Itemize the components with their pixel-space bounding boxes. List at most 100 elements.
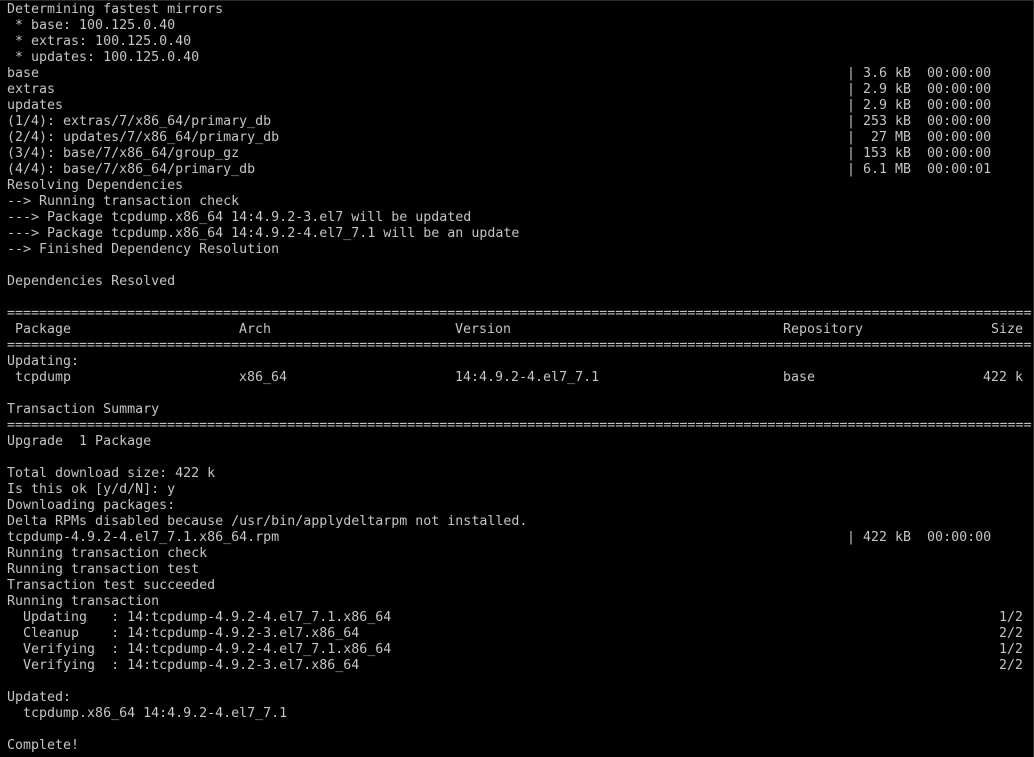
terminal-text: Complete! <box>7 738 80 753</box>
terminal-line: Package Arch Version Repository Size <box>7 322 1033 338</box>
terminal-text: Downloading packages: <box>7 498 176 513</box>
terminal-text: Transaction test succeeded <box>7 578 216 593</box>
terminal-line: ---> Package tcpdump.x86_64 14:4.9.2-4.e… <box>7 226 1033 242</box>
terminal-text: Updating: <box>7 354 80 369</box>
terminal-text: (4/4): base/7/x86_64/primary_db <box>7 162 256 177</box>
terminal-line: Delta RPMs disabled because /usr/bin/app… <box>7 514 1033 530</box>
terminal-text: | 2.9 kB 00:00:00 <box>847 98 992 113</box>
terminal-text: (3/4): base/7/x86_64/group_gz <box>7 146 240 161</box>
terminal-line: ---> Package tcpdump.x86_64 14:4.9.2-3.e… <box>7 210 1033 226</box>
terminal-line: Updated: <box>7 690 1033 706</box>
terminal-text: Version <box>455 322 512 337</box>
terminal-line: ========================================… <box>7 338 1033 354</box>
terminal-line: (3/4): base/7/x86_64/group_gz | 153 kB 00… <box>7 146 1033 162</box>
terminal-text: Arch <box>239 322 272 337</box>
terminal-line: Upgrade 1 Package <box>7 434 1033 450</box>
terminal-text: tcpdump.x86_64 14:4.9.2-4.el7_7.1 <box>7 706 288 721</box>
terminal-line: base | 3.6 kB 00:00:00 <box>7 66 1033 82</box>
terminal-text: | 153 kB 00:00:00 <box>847 146 992 161</box>
terminal-line: Cleanup : 14:tcpdump-4.9.2-3.el7.x86_64 2… <box>7 626 1033 642</box>
terminal-text: | 422 kB 00:00:00 <box>847 530 992 545</box>
terminal-text: Dependencies Resolved <box>7 274 176 289</box>
terminal-text: Repository <box>783 322 864 337</box>
terminal-text: 422 k <box>983 370 1024 385</box>
terminal-text: --> Running transaction check <box>7 194 240 209</box>
terminal-line: tcpdump x86_64 14:4.9.2-4.el7_7.1 base 422 k <box>7 370 1033 386</box>
terminal-text: base <box>783 370 816 385</box>
terminal-text: (2/4): updates/7/x86_64/primary_db <box>7 130 280 145</box>
terminal-text: | 27 MB 00:00:00 <box>847 130 992 145</box>
terminal-text: Is this ok [y/d/N]: y <box>7 482 176 497</box>
terminal-text: (1/4): extras/7/x86_64/primary_db <box>7 114 272 129</box>
terminal-text: tcpdump <box>7 370 72 385</box>
terminal-line: Running transaction check <box>7 546 1033 562</box>
terminal-line: Running transaction test <box>7 562 1033 578</box>
terminal-text: Verifying : 14:tcpdump-4.9.2-4.el7_7.1.x… <box>7 642 392 657</box>
terminal-text: tcpdump-4.9.2-4.el7_7.1.x86_64.rpm <box>7 530 280 545</box>
terminal-text: ========================================… <box>7 418 1032 433</box>
terminal-text: --> Finished Dependency Resolution <box>7 242 280 257</box>
terminal-text: x86_64 <box>239 370 288 385</box>
terminal-text: Running transaction <box>7 594 160 609</box>
terminal-line: Running transaction <box>7 594 1033 610</box>
terminal-line: * updates: 100.125.0.40 <box>7 50 1033 66</box>
terminal-line: Transaction Summary <box>7 402 1033 418</box>
terminal-line: * base: 100.125.0.40 <box>7 18 1033 34</box>
terminal-line: Verifying : 14:tcpdump-4.9.2-4.el7_7.1.x… <box>7 642 1033 658</box>
terminal-text: Updated: <box>7 690 72 705</box>
terminal-screen[interactable]: Determining fastest mirrors * base: 100.… <box>0 0 1034 757</box>
terminal-text: Running transaction check <box>7 546 208 561</box>
terminal-text: 2/2 <box>999 626 1024 641</box>
terminal-line: ========================================… <box>7 306 1033 322</box>
terminal-line: extras | 2.9 kB 00:00:00 <box>7 82 1033 98</box>
terminal-line: (2/4): updates/7/x86_64/primary_db | 27 M… <box>7 130 1033 146</box>
terminal-text: Running transaction test <box>7 562 200 577</box>
terminal-text: Total download size: 422 k <box>7 466 216 481</box>
terminal-text: * extras: 100.125.0.40 <box>7 34 192 49</box>
terminal-text: | 6.1 MB 00:00:01 <box>847 162 992 177</box>
terminal-line: (1/4): extras/7/x86_64/primary_db | 253 k… <box>7 114 1033 130</box>
terminal-text: ---> Package tcpdump.x86_64 14:4.9.2-3.e… <box>7 210 472 225</box>
terminal-text: 1/2 <box>999 642 1024 657</box>
terminal-text: 1/2 <box>999 610 1024 625</box>
terminal-text: Package <box>7 322 72 337</box>
terminal-text: 14:4.9.2-4.el7_7.1 <box>455 370 600 385</box>
terminal-text: ========================================… <box>7 338 1032 353</box>
terminal-line: Determining fastest mirrors <box>7 2 1033 18</box>
terminal-line: --> Finished Dependency Resolution <box>7 242 1033 258</box>
terminal-text: extras <box>7 82 56 97</box>
terminal-line: tcpdump-4.9.2-4.el7_7.1.x86_64.rpm | 422 … <box>7 530 1033 546</box>
terminal-text: * updates: 100.125.0.40 <box>7 50 200 65</box>
terminal-text: Size <box>991 322 1024 337</box>
terminal-text: Verifying : 14:tcpdump-4.9.2-3.el7.x86_6… <box>7 658 360 673</box>
terminal-text: ---> Package tcpdump.x86_64 14:4.9.2-4.e… <box>7 226 520 241</box>
terminal-line: * extras: 100.125.0.40 <box>7 34 1033 50</box>
terminal-line: Verifying : 14:tcpdump-4.9.2-3.el7.x86_6… <box>7 658 1033 674</box>
terminal-text: * base: 100.125.0.40 <box>7 18 176 33</box>
terminal-line: Resolving Dependencies <box>7 178 1033 194</box>
terminal-line: --> Running transaction check <box>7 194 1033 210</box>
terminal-line: tcpdump.x86_64 14:4.9.2-4.el7_7.1 <box>7 706 1033 722</box>
terminal-line: Transaction test succeeded <box>7 578 1033 594</box>
terminal-text: Upgrade 1 Package <box>7 434 152 449</box>
terminal-text: 2/2 <box>999 658 1024 673</box>
terminal-line: (4/4): base/7/x86_64/primary_db | 6.1 MB … <box>7 162 1033 178</box>
terminal-text: | 253 kB 00:00:00 <box>847 114 992 129</box>
terminal-text: | 3.6 kB 00:00:00 <box>847 66 992 81</box>
terminal-line: Downloading packages: <box>7 498 1033 514</box>
terminal-line: Total download size: 422 k <box>7 466 1033 482</box>
terminal-line: Updating: <box>7 354 1033 370</box>
terminal-text: | 2.9 kB 00:00:00 <box>847 82 992 97</box>
terminal-text: Delta RPMs disabled because /usr/bin/app… <box>7 514 528 529</box>
terminal-line: Complete! <box>7 738 1033 754</box>
terminal-line: Dependencies Resolved <box>7 274 1033 290</box>
terminal-text: Updating : 14:tcpdump-4.9.2-4.el7_7.1.x8… <box>7 610 392 625</box>
terminal-text: ========================================… <box>7 306 1032 321</box>
terminal-text: Resolving Dependencies <box>7 178 184 193</box>
terminal-line: updates | 2.9 kB 00:00:00 <box>7 98 1033 114</box>
